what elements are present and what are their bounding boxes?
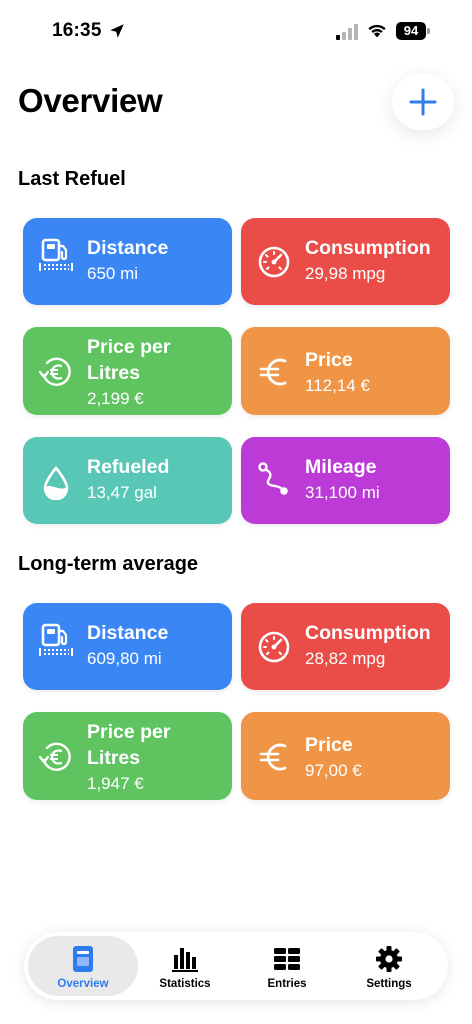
card-refueled[interactable]: Refueled 13,47 gal (23, 437, 232, 524)
card-value: 112,14 € (305, 376, 370, 395)
tab-label: Settings (366, 978, 412, 990)
card-average-consumption[interactable]: Consumption 28,82 mpg (241, 603, 450, 690)
euro-refresh-icon (39, 357, 71, 386)
battery-level: 94 (396, 22, 426, 40)
card-label: Distance (87, 622, 169, 644)
card-mileage[interactable]: Mileage 31,100 mi (241, 437, 450, 524)
card-value: 609,80 mi (87, 649, 162, 668)
tab-label: Entries (267, 978, 307, 990)
card-price[interactable]: Price 112,14 € (241, 327, 450, 415)
card-value: 2,199 € (87, 389, 144, 408)
tab-label: Statistics (159, 978, 211, 990)
section-title-last-refuel: Last Refuel (18, 168, 126, 190)
drop-icon (43, 466, 69, 500)
route-icon (258, 462, 288, 495)
tab-overview[interactable]: Overview (28, 936, 138, 996)
speedometer-icon (258, 246, 290, 278)
fuel-pump-icon (39, 623, 73, 656)
tab-entries[interactable]: Entries (232, 936, 342, 996)
card-average-price-per-litres[interactable]: Price per Litres 1,947 € (23, 712, 232, 800)
status-time: 16:35 (52, 20, 102, 41)
card-label: Price (305, 734, 353, 756)
card-consumption[interactable]: Consumption 29,98 mpg (241, 218, 450, 305)
card-value: 650 mi (87, 264, 139, 283)
card-label: Price per Litres (87, 336, 171, 384)
euro-icon (259, 743, 287, 771)
battery-indicator: 94 (396, 22, 430, 40)
tab-bar: Overview Statistics Entries Settings (24, 932, 448, 1000)
card-value: 13,47 gal (87, 483, 157, 502)
card-value: 28,82 mpg (305, 649, 386, 668)
card-value: 1,947 € (87, 774, 144, 793)
plus-icon (409, 88, 437, 116)
location-arrow-icon (110, 24, 124, 38)
page-title: Overview (18, 82, 163, 119)
table-icon (274, 948, 300, 970)
card-value: 31,100 mi (305, 483, 380, 502)
card-label: Refueled (87, 456, 170, 478)
card-label: Consumption (305, 622, 431, 644)
tab-label: Overview (57, 978, 109, 990)
card-label: Price (305, 349, 353, 371)
card-label: Consumption (305, 237, 431, 259)
card-price-per-litres[interactable]: Price per Litres 2,199 € (23, 327, 232, 415)
tab-settings[interactable]: Settings (334, 936, 444, 996)
status-bar: 16:35 94 (0, 0, 472, 64)
gear-icon (376, 946, 402, 972)
card-label: Mileage (305, 456, 377, 478)
card-label: Price per Litres (87, 721, 171, 769)
card-value: 29,98 mpg (305, 264, 386, 283)
cellular-signal-icon (336, 24, 358, 40)
card-label: Distance (87, 237, 169, 259)
fuel-pump-icon (39, 238, 73, 271)
card-average-price[interactable]: Price 97,00 € (241, 712, 450, 800)
card-average-distance[interactable]: Distance 609,80 mi (23, 603, 232, 690)
tab-statistics[interactable]: Statistics (130, 936, 240, 996)
speedometer-icon (258, 631, 290, 663)
card-value: 97,00 € (305, 761, 362, 780)
add-entry-button[interactable] (392, 74, 454, 130)
document-icon (73, 946, 93, 972)
euro-icon (259, 358, 287, 386)
card-distance[interactable]: Distance 650 mi (23, 218, 232, 305)
section-title-long-term-average: Long-term average (18, 553, 199, 575)
euro-refresh-icon (39, 742, 71, 771)
bar-chart-icon (172, 948, 198, 972)
wifi-icon (368, 24, 386, 38)
